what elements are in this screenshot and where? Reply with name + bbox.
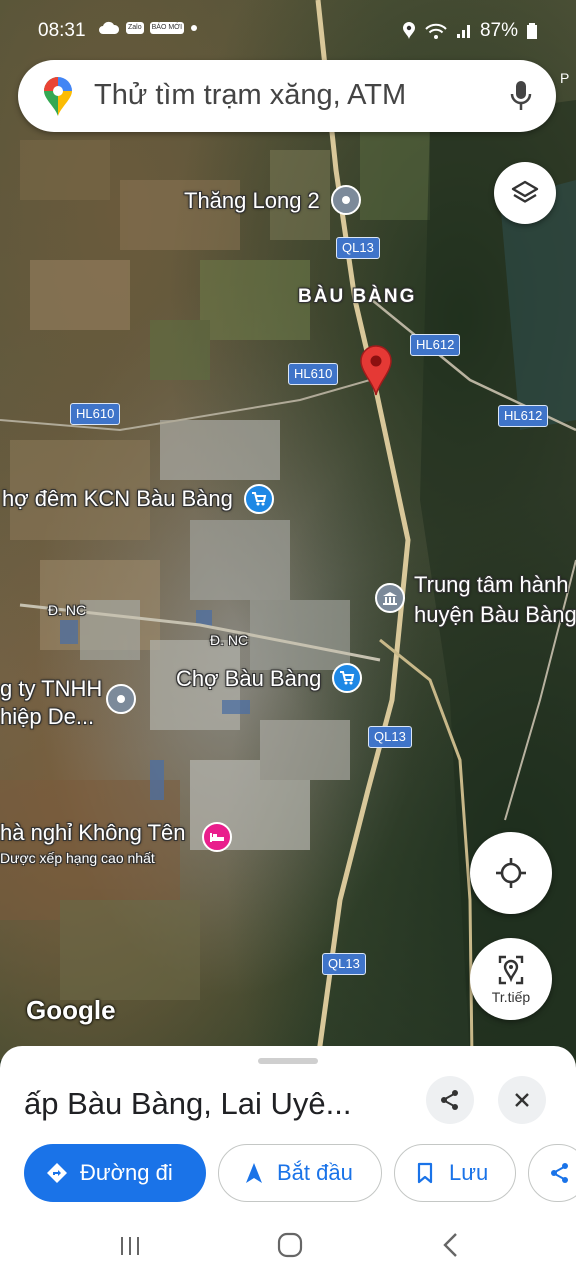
place-label-trung-tam-1[interactable]: Trung tâm hành	[414, 572, 569, 598]
crosshair-icon	[496, 858, 526, 888]
close-button[interactable]	[498, 1076, 546, 1124]
google-attribution: Google	[26, 995, 116, 1025]
search-input[interactable]: Thử tìm trạm xăng, ATM	[94, 79, 406, 112]
route-pin-icon	[498, 955, 524, 985]
place-label-bau-bang[interactable]: BÀU BÀNG	[298, 286, 416, 308]
start-button[interactable]: Bắt đầu	[218, 1144, 382, 1202]
close-icon	[515, 1093, 529, 1107]
zalo-badge: Zalo	[126, 22, 144, 34]
government-building-icon[interactable]	[375, 583, 405, 613]
home-icon[interactable]	[277, 1232, 303, 1258]
place-title: ấp Bàu Bàng, Lai Uyê...	[24, 1086, 352, 1121]
drag-handle[interactable]	[258, 1058, 318, 1064]
dropped-pin-icon[interactable]	[359, 344, 393, 401]
share-chip-button[interactable]	[528, 1144, 576, 1202]
save-button[interactable]: Lưu	[394, 1144, 516, 1202]
google-maps-logo-icon	[44, 77, 72, 116]
place-label-cho-bau-bang[interactable]: Chợ Bàu Bàng	[176, 666, 321, 692]
microphone-icon[interactable]	[510, 80, 532, 112]
directions-label: Đường đi	[80, 1160, 173, 1185]
place-pin-icon[interactable]	[331, 185, 361, 215]
battery-icon	[527, 23, 537, 39]
place-label-trung-tam-2[interactable]: huyện Bàu Bàng	[414, 602, 576, 628]
directions-preview-label: Tr.tiếp	[491, 989, 531, 1005]
status-time: 08:31	[38, 20, 86, 41]
wifi-icon	[425, 23, 447, 39]
road-shield-hl610: HL610	[70, 403, 121, 425]
my-location-button[interactable]	[470, 832, 552, 914]
baomoi-badge: BÁO MỚI	[149, 22, 185, 34]
street-label-nc: Đ. NC	[48, 602, 87, 618]
map-view[interactable]: Thăng Long 2 BÀU BÀNG hợ đêm KCN Bàu Bàn…	[0, 0, 576, 1060]
status-right-icons: 87%	[402, 20, 538, 42]
road-shield-ql13: QL13	[336, 237, 380, 259]
directions-preview-button[interactable]: Tr.tiếp	[470, 938, 552, 1020]
layers-button[interactable]	[494, 162, 556, 224]
place-label-cho-dem[interactable]: hợ đêm KCN Bàu Bàng	[2, 486, 233, 512]
share-icon	[441, 1090, 458, 1110]
notification-dot-icon	[191, 25, 198, 31]
layers-icon	[511, 180, 539, 203]
road-shield-ql13: QL13	[368, 726, 412, 748]
shopping-cart-icon[interactable]	[332, 663, 362, 693]
road-shield-ql13: QL13	[322, 953, 366, 975]
place-pin-icon[interactable]	[106, 684, 136, 714]
place-label-cong-ty-1[interactable]: g ty TNHH	[0, 676, 102, 702]
status-left-icons: Zalo BÁO MỚI	[98, 21, 198, 35]
start-label: Bắt đầu	[277, 1160, 353, 1185]
place-label-nha-nghi-1[interactable]: hà nghỉ Không Tên	[0, 820, 186, 846]
share-button[interactable]	[426, 1076, 474, 1124]
recent-apps-icon[interactable]	[118, 1234, 142, 1258]
place-label-nha-nghi-2: Dược xếp hạng cao nhất	[0, 850, 155, 866]
navigation-arrow-icon	[246, 1163, 262, 1183]
battery-percent: 87%	[479, 20, 518, 41]
location-icon	[402, 22, 415, 39]
share-icon	[551, 1163, 568, 1183]
directions-button[interactable]: Đường đi	[24, 1144, 206, 1202]
bookmark-icon	[417, 1162, 433, 1184]
shopping-cart-icon[interactable]	[244, 484, 274, 514]
road-shield-hl612: HL612	[498, 405, 549, 427]
status-bar: 08:31 Zalo BÁO MỚI 87%	[0, 0, 576, 62]
search-bar[interactable]: Thử tìm trạm xăng, ATM	[18, 60, 556, 132]
system-navigation-bar	[0, 1214, 576, 1280]
map-edge-label: P	[560, 70, 570, 86]
street-label-nc: Đ. NC	[210, 632, 249, 648]
directions-icon	[47, 1163, 67, 1183]
signal-icon	[456, 25, 470, 38]
road-shield-hl610: HL610	[288, 363, 339, 385]
cloud-icon	[99, 21, 120, 34]
hotel-bed-icon[interactable]	[202, 822, 232, 852]
place-label-cong-ty-2[interactable]: hiệp De...	[0, 704, 94, 730]
place-label-thang-long[interactable]: Thăng Long 2	[184, 188, 320, 214]
road-shield-hl612: HL612	[410, 334, 461, 356]
save-label: Lưu	[449, 1160, 489, 1185]
back-icon[interactable]	[440, 1232, 460, 1258]
